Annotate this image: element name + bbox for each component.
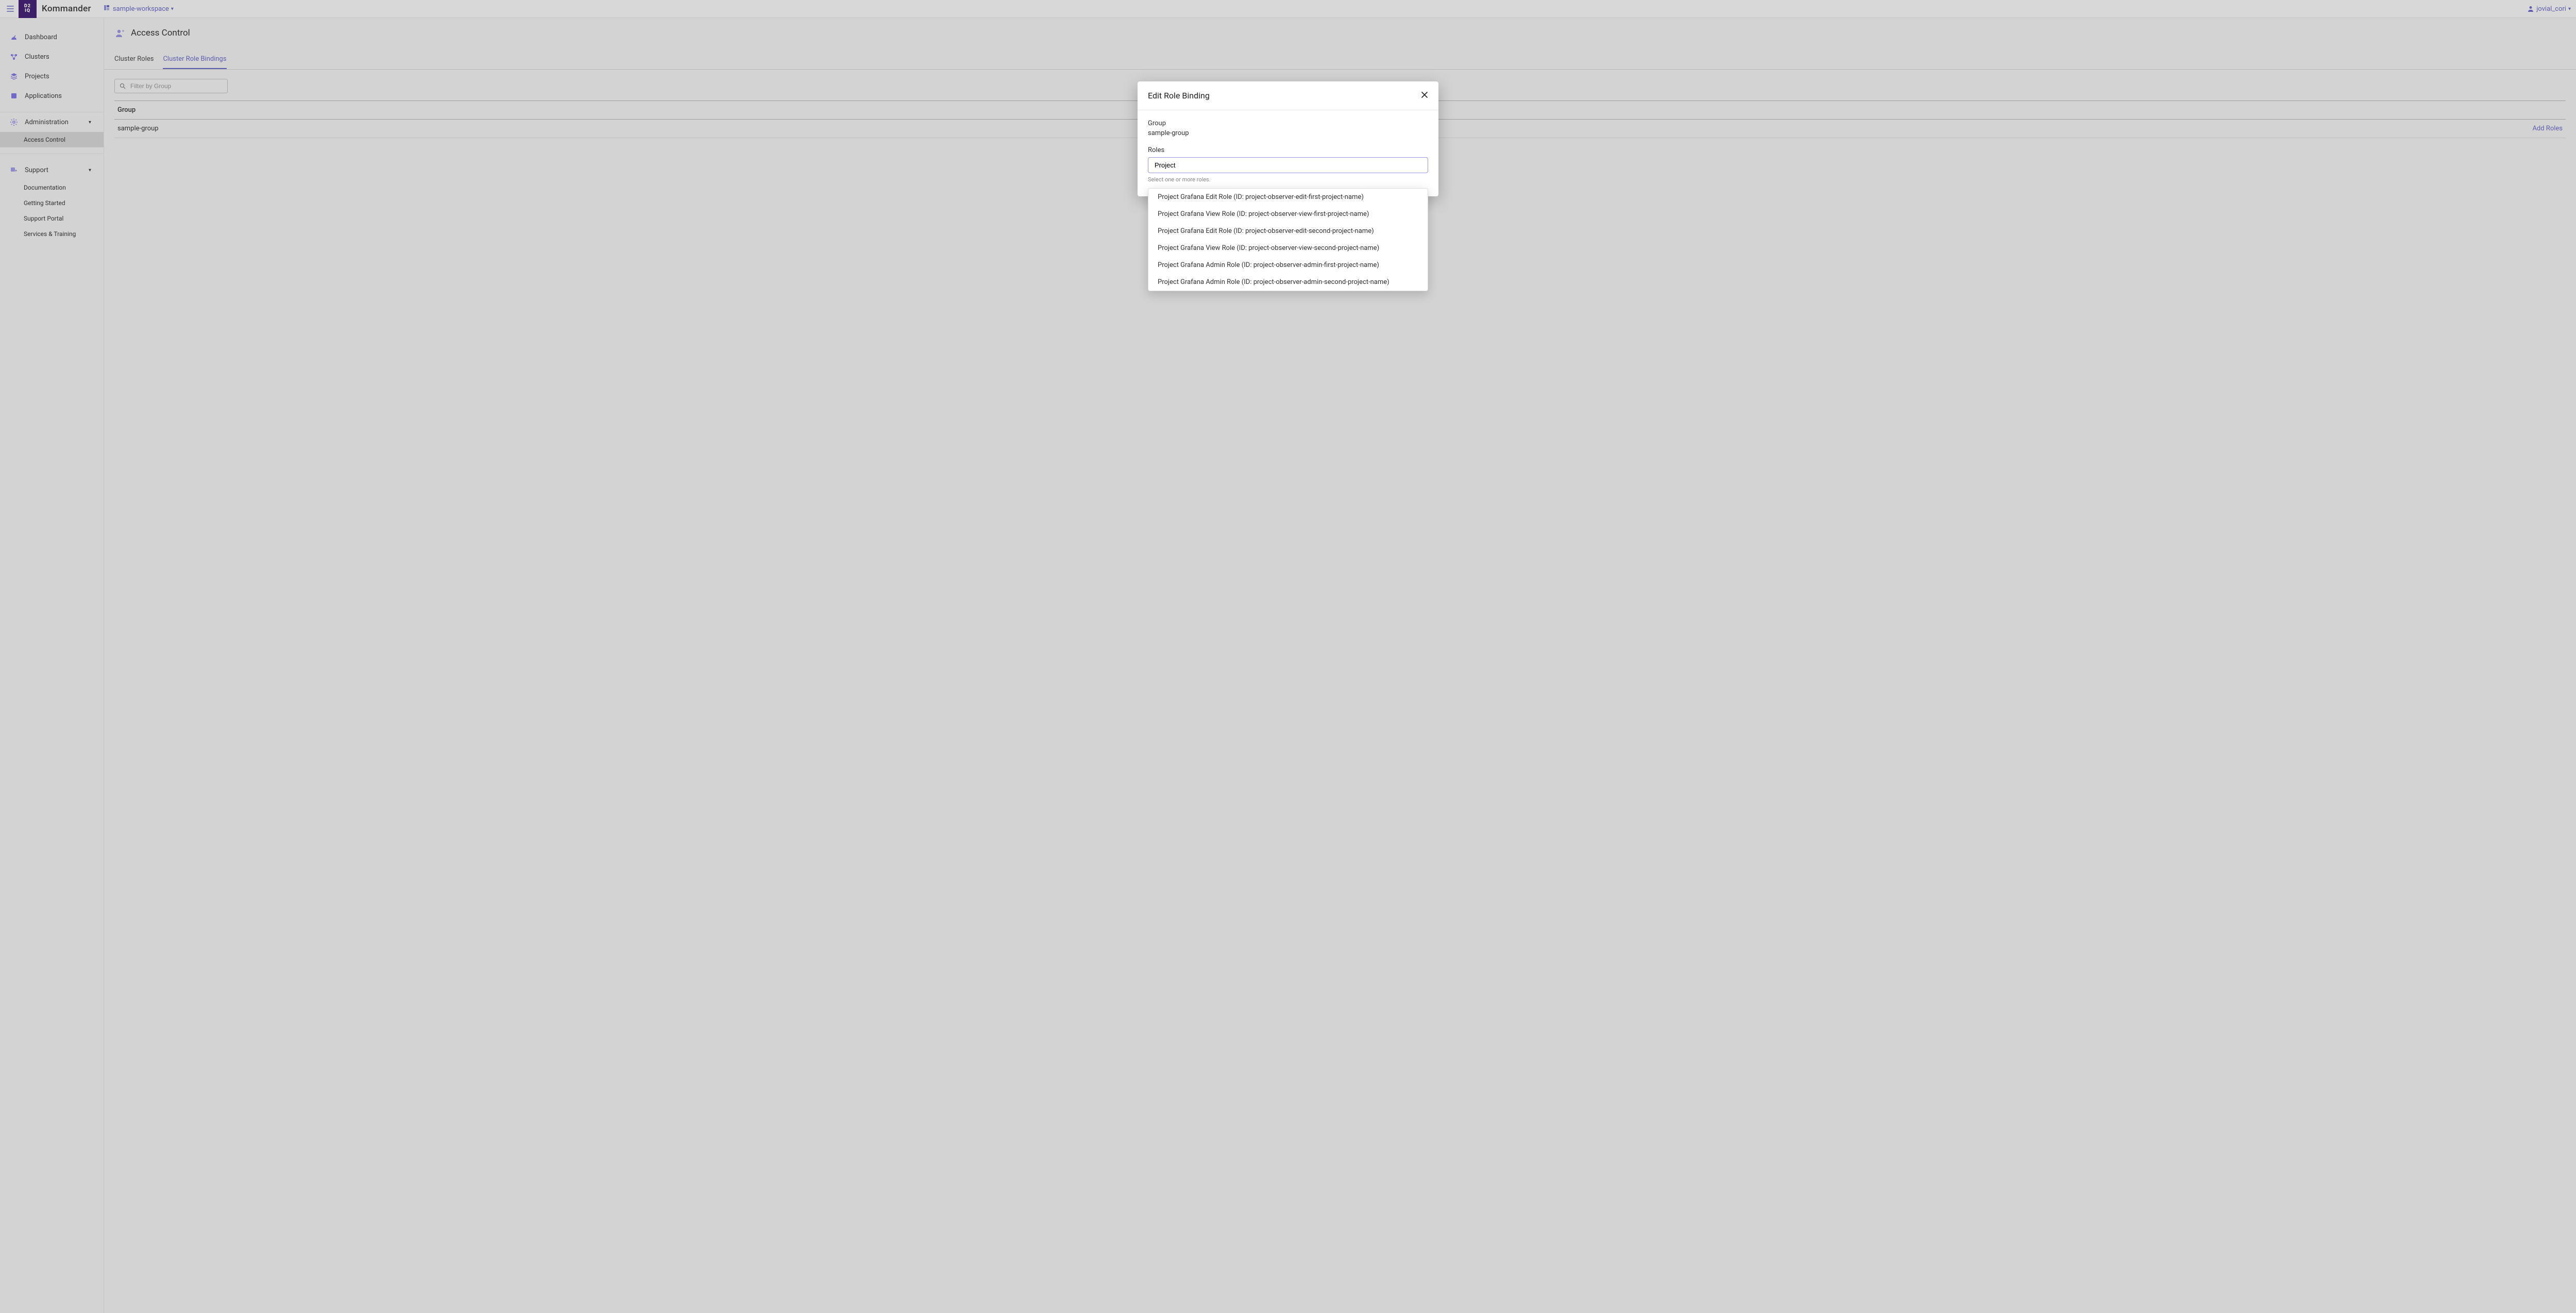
role-option[interactable]: Project Grafana Edit Role (ID: project-o…	[1148, 189, 1428, 206]
chevron-down-icon: ▾	[171, 6, 174, 12]
hamburger-menu-icon[interactable]	[5, 4, 15, 14]
sidebar-item-applications[interactable]: Applications	[0, 86, 104, 106]
brand-name: Kommander	[42, 4, 91, 14]
search-icon	[120, 83, 126, 89]
gear-icon	[9, 117, 19, 127]
username: jovial_cori	[2536, 5, 2566, 13]
topbar: D2 IQ Kommander sample-workspace ▾ jovia…	[0, 0, 2576, 18]
edit-role-binding-modal: Edit Role Binding Group sample-group Rol…	[1138, 81, 1438, 196]
modal-title: Edit Role Binding	[1148, 91, 1210, 100]
sidebar-item-label: Support	[25, 166, 48, 174]
sidebar-item-label: Clusters	[25, 53, 49, 61]
access-control-icon	[114, 27, 126, 39]
sidebar-sub-support-portal[interactable]: Support Portal	[0, 211, 104, 226]
chevron-down-icon: ▾	[2568, 6, 2571, 12]
roles-hint: Select one or more roles.	[1148, 176, 1428, 183]
sidebar-item-label: Dashboard	[25, 33, 57, 41]
group-value: sample-group	[1148, 129, 1428, 137]
sidebar-item-label: Projects	[25, 73, 49, 80]
sidebar-sub-access-control[interactable]: Access Control	[0, 132, 104, 147]
role-option[interactable]: Project Grafana Admin Role (ID: project-…	[1148, 257, 1428, 274]
user-icon	[2527, 5, 2534, 12]
role-option[interactable]: Project Grafana View Role (ID: project-o…	[1148, 206, 1428, 223]
sidebar-item-label: Applications	[25, 92, 62, 100]
sidebar-item-dashboard[interactable]: Dashboard	[0, 27, 104, 47]
role-option[interactable]: Project Grafana View Role (ID: project-o…	[1148, 240, 1428, 257]
filter-input[interactable]	[114, 79, 228, 93]
support-icon	[9, 165, 19, 175]
page-title: Access Control	[131, 28, 190, 38]
sidebar: Dashboard Clusters Projects Applications Ad…	[0, 18, 104, 1313]
roles-input[interactable]	[1148, 157, 1428, 173]
sidebar-item-support[interactable]: Support ▾	[0, 160, 104, 180]
brand-logo: D2 IQ	[19, 0, 37, 18]
col-action	[2504, 101, 2566, 120]
close-icon[interactable]	[1421, 91, 1428, 100]
roles-dropdown: Project Grafana Edit Role (ID: project-o…	[1148, 188, 1428, 291]
sidebar-item-label: Administration	[25, 119, 69, 126]
add-roles-link[interactable]: Add Roles	[2532, 125, 2563, 132]
workspace-label: sample-workspace	[113, 5, 169, 13]
role-option[interactable]: Project Grafana Edit Role (ID: project-o…	[1148, 223, 1428, 240]
dashboard-icon	[9, 32, 19, 42]
roles-label: Roles	[1148, 146, 1428, 154]
group-label: Group	[1148, 120, 1428, 127]
workspace-icon	[104, 5, 110, 13]
chevron-down-icon: ▾	[89, 167, 91, 173]
projects-icon	[9, 72, 19, 81]
logo-text-bottom: IQ	[25, 9, 30, 13]
role-option[interactable]: Project Grafana Admin Role (ID: project-…	[1148, 274, 1428, 291]
applications-icon	[9, 91, 19, 100]
tab-cluster-role-bindings[interactable]: Cluster Role Bindings	[163, 50, 226, 69]
workspace-picker[interactable]: sample-workspace ▾	[104, 5, 174, 13]
sidebar-item-clusters[interactable]: Clusters	[0, 47, 104, 66]
sidebar-sub-documentation[interactable]: Documentation	[0, 180, 104, 195]
sidebar-item-administration[interactable]: Administration ▾	[0, 112, 104, 132]
user-menu[interactable]: jovial_cori ▾	[2527, 5, 2571, 13]
chevron-down-icon: ▾	[89, 120, 91, 125]
sidebar-item-projects[interactable]: Projects	[0, 66, 104, 86]
clusters-icon	[9, 52, 19, 61]
tab-cluster-roles[interactable]: Cluster Roles	[114, 50, 154, 69]
sidebar-sub-getting-started[interactable]: Getting Started	[0, 195, 104, 211]
sidebar-sub-services-and-training[interactable]: Services & Training	[0, 226, 104, 242]
